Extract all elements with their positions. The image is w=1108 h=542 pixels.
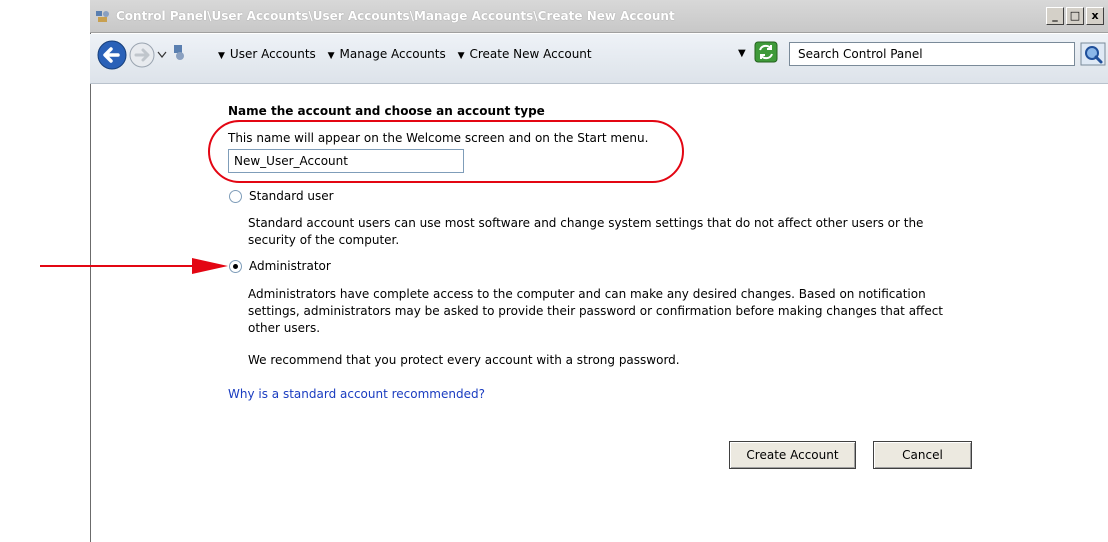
search-icon[interactable] xyxy=(1080,42,1106,66)
radio-selected-dot xyxy=(233,264,238,269)
cancel-button[interactable]: Cancel xyxy=(873,441,972,469)
administrator-description: Administrators have complete access to t… xyxy=(248,287,943,335)
refresh-icon[interactable] xyxy=(754,41,778,63)
breadcrumb-separator-icon: ▼ xyxy=(457,51,465,61)
breadcrumb-separator-icon: ▼ xyxy=(327,51,335,61)
control-panel-small-icon xyxy=(174,45,184,60)
red-arrow-icon xyxy=(40,258,228,274)
search-input[interactable]: Search Control Panel xyxy=(789,42,1075,66)
forward-arrow-icon[interactable] xyxy=(129,42,155,68)
title-bar[interactable]: Control Panel\User Accounts\User Account… xyxy=(90,0,1108,33)
back-arrow-icon[interactable] xyxy=(97,40,127,70)
navigation-buttons xyxy=(96,39,186,74)
maximize-button[interactable]: □ xyxy=(1066,7,1084,25)
minimize-button[interactable]: _ xyxy=(1046,7,1064,25)
control-panel-icon xyxy=(95,9,111,23)
history-dropdown-icon[interactable] xyxy=(157,51,167,58)
administrator-label[interactable]: Administrator xyxy=(249,259,331,273)
breadcrumb-item-create-new-account[interactable]: ▼ Create New Account xyxy=(458,47,592,61)
standard-account-help-link[interactable]: Why is a standard account recommended? xyxy=(228,387,485,401)
window-title: Control Panel\User Accounts\User Account… xyxy=(116,9,675,23)
create-account-button[interactable]: Create Account xyxy=(729,441,856,469)
administrator-radio[interactable] xyxy=(229,260,242,273)
breadcrumb: ▼ User Accounts ▼ Manage Accounts ▼ Create … xyxy=(218,47,592,61)
password-recommendation: We recommend that you protect every acco… xyxy=(248,353,680,367)
standard-user-description: Standard account users can use most soft… xyxy=(248,216,924,247)
standard-user-radio[interactable] xyxy=(229,190,242,203)
standard-user-label[interactable]: Standard user xyxy=(249,189,334,203)
breadcrumb-separator-icon: ▼ xyxy=(218,51,225,61)
page-title: Name the account and choose an account t… xyxy=(228,104,545,118)
breadcrumb-item-manage-accounts[interactable]: ▼ Manage Accounts xyxy=(328,47,446,61)
close-button[interactable]: x xyxy=(1086,7,1104,25)
highlight-annotation xyxy=(208,120,684,183)
breadcrumb-item-user-accounts[interactable]: ▼ User Accounts xyxy=(218,47,316,61)
window-controls: _ □ x xyxy=(1044,7,1104,25)
address-dropdown-icon[interactable]: ▼ xyxy=(738,48,746,59)
